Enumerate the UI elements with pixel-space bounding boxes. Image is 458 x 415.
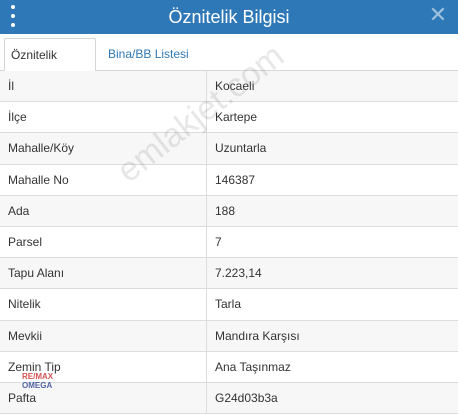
- table-row: Tapu Alanı 7.223,14: [0, 258, 458, 290]
- row-key: Tapu Alanı: [0, 258, 207, 289]
- row-value: Ana Taşınmaz: [215, 359, 291, 374]
- table-row: Pafta G24d03b3a: [0, 382, 458, 415]
- table-row: Mahalle No 146387: [0, 164, 458, 196]
- row-key: Zemin Tip: [0, 351, 207, 382]
- row-value: 188: [215, 203, 236, 218]
- row-value: Uzuntarla: [215, 141, 267, 156]
- row-key: Mahalle/Köy: [0, 133, 207, 164]
- row-key: Nitelik: [0, 289, 207, 320]
- title-bar: Öznitelik Bilgisi ✕: [0, 0, 458, 34]
- tab-bina-bb-listesi[interactable]: Bina/BB Listesi: [102, 38, 195, 72]
- tab-oznitelik-bilgisi[interactable]: Öznitelik Bilgisi: [4, 38, 96, 94]
- row-value: Mandıra Karşısı: [215, 328, 300, 343]
- window-title: Öznitelik Bilgisi: [168, 6, 290, 27]
- tab-bar: Öznitelik Bilgisi Bina/BB Listesi: [0, 34, 458, 94]
- table-row: Zemin Tip Ana Taşınmaz: [0, 351, 458, 383]
- menu-dot: [11, 14, 15, 18]
- close-icon[interactable]: ✕: [426, 2, 450, 30]
- row-value: Tarla: [215, 297, 242, 312]
- menu-dot: [11, 5, 15, 9]
- row-key: İl: [0, 71, 207, 102]
- table-row: İl Kocaeli: [0, 71, 458, 103]
- table-row: Ada 188: [0, 195, 458, 227]
- row-value: Kartepe: [215, 110, 258, 125]
- row-value: 7: [215, 235, 222, 250]
- attribute-table: İl Kocaeli İlçe Kartepe Mahalle/Köy Uzun…: [0, 71, 458, 415]
- table-row: Parsel 7: [0, 226, 458, 259]
- table-row: Mahalle/Köy Uzuntarla: [0, 133, 458, 165]
- row-key: Mahalle No: [0, 164, 207, 195]
- row-key: Mevkii: [0, 320, 207, 351]
- row-value: 7.223,14: [215, 266, 262, 281]
- table-row: İlçe Kartepe: [0, 102, 458, 134]
- row-key: İlçe: [0, 102, 207, 133]
- menu-dot: [11, 23, 15, 27]
- row-key: Ada: [0, 195, 207, 226]
- table-row: Mevkii Mandıra Karşısı: [0, 320, 458, 352]
- row-value: Kocaeli: [215, 79, 255, 94]
- row-key: Pafta: [0, 382, 207, 414]
- row-key: Parsel: [0, 226, 207, 258]
- row-value: G24d03b3a: [215, 390, 278, 405]
- table-row: Nitelik Tarla: [0, 289, 458, 321]
- row-value: 146387: [215, 172, 256, 187]
- more-vertical-icon[interactable]: [10, 5, 16, 27]
